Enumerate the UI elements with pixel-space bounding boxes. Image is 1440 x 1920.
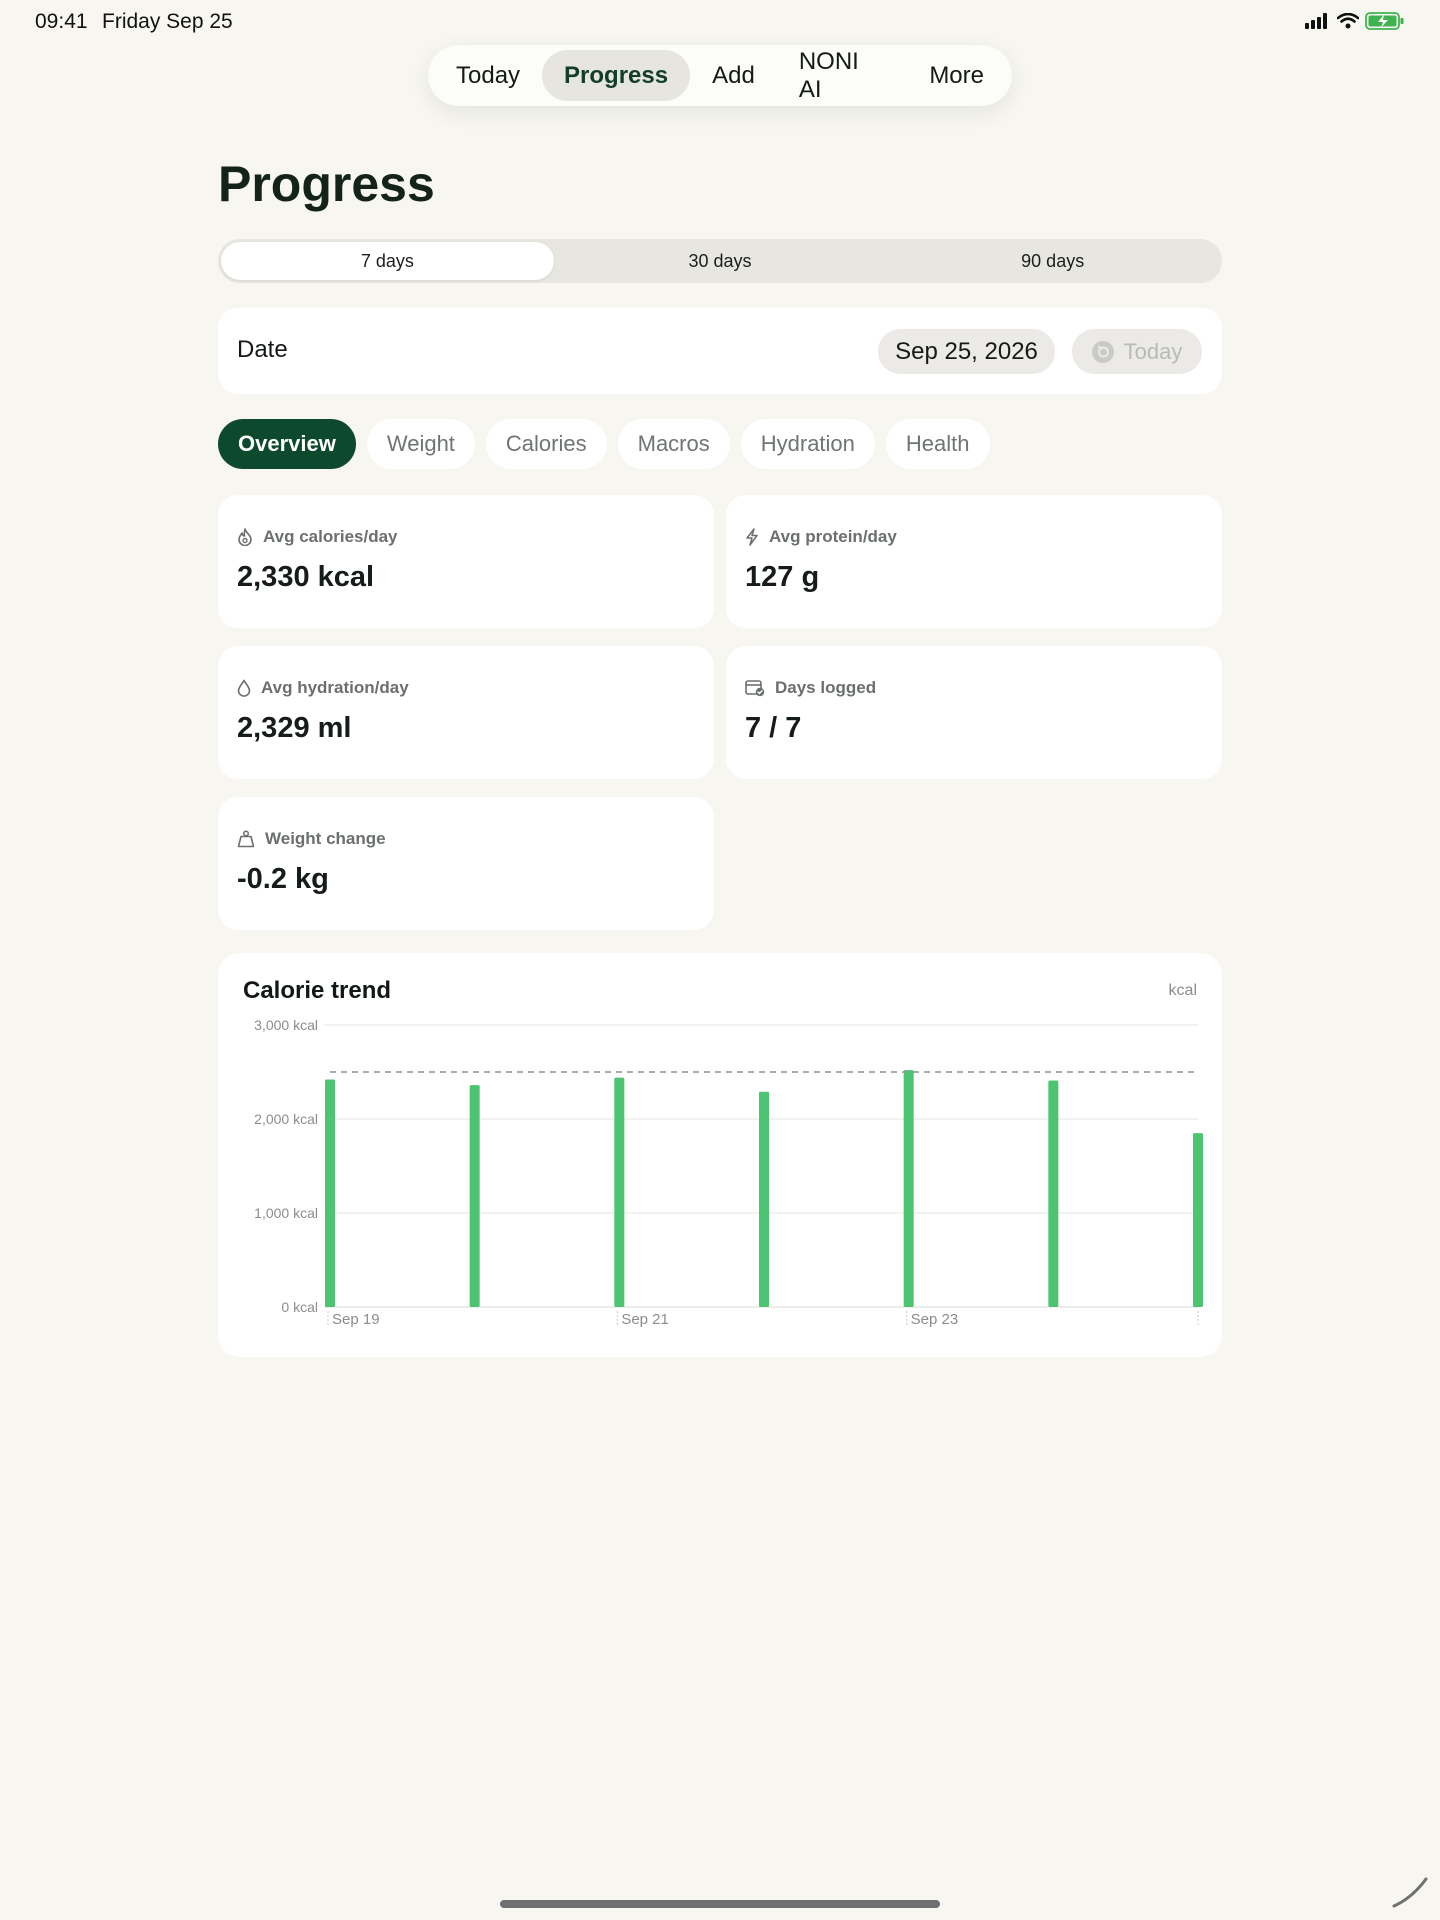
droplet-icon xyxy=(237,679,251,697)
chart-title: Calorie trend xyxy=(243,977,392,1004)
nav-more[interactable]: More xyxy=(907,50,1006,101)
chip-overview[interactable]: Overview xyxy=(218,419,356,469)
status-date: Friday Sep 25 xyxy=(102,10,233,33)
stat-label: Days logged xyxy=(775,678,877,697)
stat-card-avg-hydration: Avg hydration/day 2,329 ml xyxy=(218,646,714,779)
chart-bar xyxy=(759,1091,769,1307)
date-card: Date Sep 25, 2026 Today xyxy=(218,308,1222,394)
reset-icon xyxy=(1091,340,1114,363)
page-title: Progress xyxy=(218,156,435,212)
stat-card-avg-protein: Avg protein/day 127 g xyxy=(726,495,1222,628)
x-tick-label: Sep 19 xyxy=(332,1311,380,1328)
pencil-stroke-icon xyxy=(1392,1877,1428,1908)
date-label: Date xyxy=(237,336,288,363)
status-icons xyxy=(1305,12,1405,30)
stat-value: 2,330 kcal xyxy=(237,561,375,593)
range-segmented-control: 7 days 30 days 90 days xyxy=(218,239,1222,283)
x-tick-label: Sep 23 xyxy=(911,1311,959,1328)
chip-macros[interactable]: Macros xyxy=(617,419,730,469)
nav-noni-ai[interactable]: NONI AI xyxy=(777,48,908,103)
y-tick-label: 3,000 kcal xyxy=(254,1017,318,1033)
stat-value: -0.2 kg xyxy=(237,863,329,895)
status-time: 09:41 xyxy=(35,10,88,33)
y-tick-label: 2,000 kcal xyxy=(254,1111,318,1127)
range-90-days[interactable]: 90 days xyxy=(886,242,1219,280)
y-tick-label: 1,000 kcal xyxy=(254,1205,318,1221)
stat-card-weight-change: Weight change -0.2 kg xyxy=(218,797,714,930)
y-tick-label: 0 kcal xyxy=(281,1299,318,1315)
lightning-icon xyxy=(746,528,758,546)
chart-unit: kcal xyxy=(1168,982,1197,999)
date-picker-button[interactable]: Sep 25, 2026 xyxy=(878,329,1055,374)
stat-label: Weight change xyxy=(265,829,386,848)
nav-add[interactable]: Add xyxy=(690,50,777,101)
flame-icon xyxy=(238,528,252,546)
nav-today[interactable]: Today xyxy=(434,50,542,101)
chart-bar xyxy=(614,1077,625,1307)
chip-health[interactable]: Health xyxy=(885,419,990,469)
stat-label: Avg protein/day xyxy=(769,527,897,546)
chip-calories[interactable]: Calories xyxy=(485,419,607,469)
stat-label: Avg hydration/day xyxy=(261,678,409,697)
filter-chips: Overview Weight Calories Macros Hydratio… xyxy=(218,419,990,469)
top-nav: Today Progress Add NONI AI More xyxy=(428,45,1012,106)
calorie-trend-chart: 0 kcal 1,000 kcal 2,000 kcal 3,000 kcal Sep … xyxy=(254,1017,1203,1328)
chart-bar xyxy=(1048,1080,1059,1307)
stat-card-days-logged: Days logged 7 / 7 xyxy=(726,646,1222,779)
x-tick-label: Sep 21 xyxy=(621,1311,669,1328)
stat-label: Avg calories/day xyxy=(263,527,398,546)
wifi-icon xyxy=(1337,13,1359,29)
cellular-signal-icon xyxy=(1305,13,1327,29)
calendar-check-icon xyxy=(745,680,765,697)
chip-hydration[interactable]: Hydration xyxy=(740,419,875,469)
today-button[interactable]: Today xyxy=(1072,329,1202,374)
stat-card-avg-calories: Avg calories/day 2,330 kcal xyxy=(218,495,714,628)
stat-value: 127 g xyxy=(745,561,820,593)
home-indicator[interactable] xyxy=(500,1900,940,1908)
chart-bar xyxy=(469,1085,480,1307)
today-button-label: Today xyxy=(1123,338,1183,364)
chart-bar xyxy=(1193,1133,1203,1307)
calorie-trend-card: 0 kcal 1,000 kcal 2,000 kcal 3,000 kcal Sep … xyxy=(218,953,1222,1357)
range-30-days[interactable]: 30 days xyxy=(554,242,887,280)
chip-weight[interactable]: Weight xyxy=(366,419,475,469)
status-bar: 09:41 Friday Sep 25 xyxy=(35,10,1405,36)
battery-charging-icon xyxy=(1365,12,1404,30)
chart-bar xyxy=(325,1079,335,1307)
range-7-days[interactable]: 7 days xyxy=(221,242,554,280)
stat-value: 7 / 7 xyxy=(745,712,802,744)
weight-icon xyxy=(237,830,255,848)
chart-bar xyxy=(903,1070,914,1307)
stat-value: 2,329 ml xyxy=(237,712,352,744)
nav-progress[interactable]: Progress xyxy=(542,50,691,101)
